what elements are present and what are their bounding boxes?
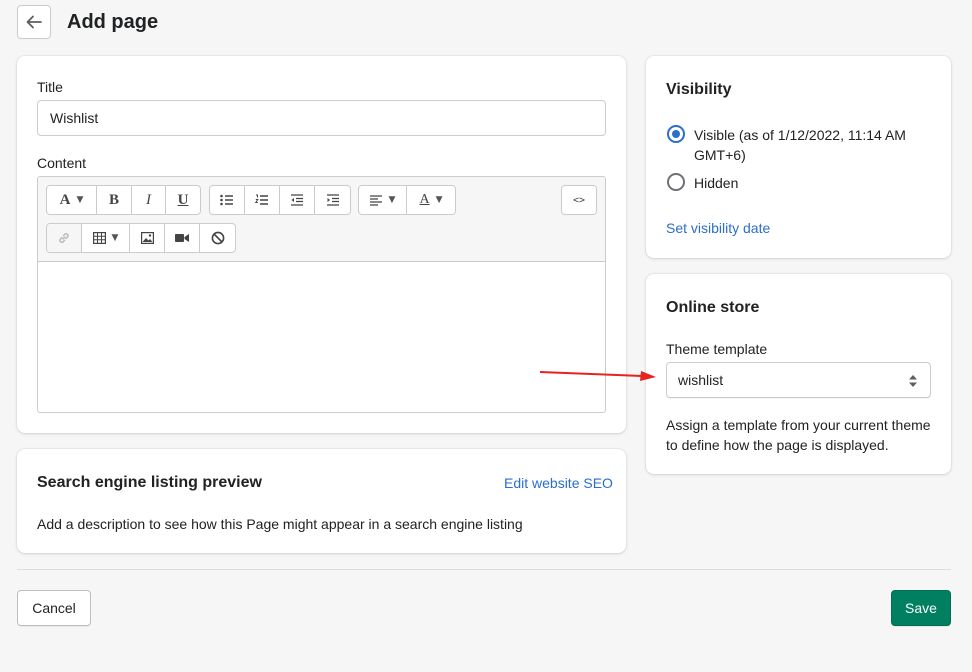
title-input-value: Wishlist <box>50 110 99 126</box>
visibility-card: Visibility Visible (as of 1/12/2022, 11:… <box>646 56 951 258</box>
page-title: Add page <box>67 11 159 33</box>
numbered-list-icon <box>255 194 268 205</box>
content-label: Content <box>37 155 87 171</box>
arrow-left-icon <box>26 15 42 29</box>
hidden-radio[interactable] <box>667 173 685 191</box>
insert-table-dropdown[interactable]: ▼ <box>82 224 130 252</box>
footer-divider <box>17 569 951 570</box>
clear-formatting-icon <box>211 231 224 245</box>
italic-icon: I <box>146 191 151 208</box>
text-color-dropdown[interactable]: A ▼ <box>407 186 455 214</box>
theme-template-value: wishlist <box>678 372 724 388</box>
rich-text-editor: A ▼ B I U ▼ A ▼ <> ▼ <box>37 176 606 413</box>
editor-content-area[interactable] <box>38 262 605 412</box>
align-dropdown[interactable]: ▼ <box>359 186 407 214</box>
link-icon <box>59 233 69 243</box>
align-left-icon <box>369 194 382 206</box>
text-color-icon: A <box>419 192 430 207</box>
toolbar-group-html: <> <box>561 185 597 215</box>
theme-template-help: Assign a template from your current them… <box>666 417 931 453</box>
cancel-button[interactable]: Cancel <box>17 590 91 626</box>
chevron-down-icon: ▼ <box>111 233 119 243</box>
numbered-list-button[interactable] <box>245 186 280 214</box>
toolbar-group-lists <box>209 185 351 215</box>
underline-icon: U <box>177 191 189 208</box>
bullet-list-icon <box>220 194 233 206</box>
online-store-card: Online store Theme template wishlist Ass… <box>646 274 951 474</box>
edit-seo-link[interactable]: Edit website SEO <box>504 475 613 491</box>
insert-image-button[interactable] <box>130 224 165 252</box>
save-button[interactable]: Save <box>891 590 951 626</box>
select-arrows-icon <box>909 375 917 387</box>
font-style-icon: A <box>59 191 71 208</box>
insert-link-button[interactable] <box>47 224 82 252</box>
font-style-dropdown[interactable]: A ▼ <box>47 186 97 214</box>
seo-description: Add a description to see how this Page m… <box>37 516 523 532</box>
image-icon <box>140 232 154 244</box>
visible-radio[interactable] <box>667 125 685 143</box>
chevron-down-icon: ▼ <box>388 195 396 205</box>
bold-button[interactable]: B <box>97 186 132 214</box>
page-details-card: Title Wishlist Content A ▼ B I U ▼ A ▼ <… <box>17 56 626 433</box>
bullet-list-button[interactable] <box>210 186 245 214</box>
visibility-title: Visibility <box>666 81 732 98</box>
indent-button[interactable] <box>315 186 350 214</box>
online-store-title: Online store <box>666 299 760 316</box>
back-button[interactable] <box>17 5 51 39</box>
outdent-icon <box>291 194 303 206</box>
title-input[interactable]: Wishlist <box>37 100 606 136</box>
toolbar-group-format: A ▼ B I U <box>46 185 201 215</box>
chevron-down-icon: ▼ <box>435 195 443 205</box>
italic-button[interactable]: I <box>132 186 166 214</box>
title-label: Title <box>37 79 63 95</box>
indent-icon <box>326 194 339 206</box>
editor-toolbar: A ▼ B I U ▼ A ▼ <> ▼ <box>38 177 605 262</box>
clear-formatting-button[interactable] <box>200 224 235 252</box>
visible-radio-label[interactable]: Visible (as of 1/12/2022, 11:14 AM GMT+6… <box>694 125 934 165</box>
code-icon: <> <box>572 194 586 206</box>
show-html-button[interactable]: <> <box>562 186 596 214</box>
video-icon <box>175 234 189 242</box>
seo-card: Search engine listing preview Edit websi… <box>17 449 626 553</box>
underline-button[interactable]: U <box>166 186 200 214</box>
set-visibility-date-link[interactable]: Set visibility date <box>666 220 770 236</box>
insert-video-button[interactable] <box>165 224 200 252</box>
toolbar-group-align: ▼ A ▼ <box>358 185 456 215</box>
outdent-button[interactable] <box>280 186 315 214</box>
theme-template-select[interactable]: wishlist <box>666 362 931 398</box>
table-icon <box>92 232 106 244</box>
annotation-arrow-icon <box>539 371 656 381</box>
toolbar-group-insert: ▼ <box>46 223 236 253</box>
bold-icon: B <box>108 191 119 208</box>
hidden-radio-label[interactable]: Hidden <box>694 173 738 193</box>
seo-title: Search engine listing preview <box>37 474 262 491</box>
chevron-down-icon: ▼ <box>76 195 84 205</box>
theme-template-label: Theme template <box>666 341 768 357</box>
